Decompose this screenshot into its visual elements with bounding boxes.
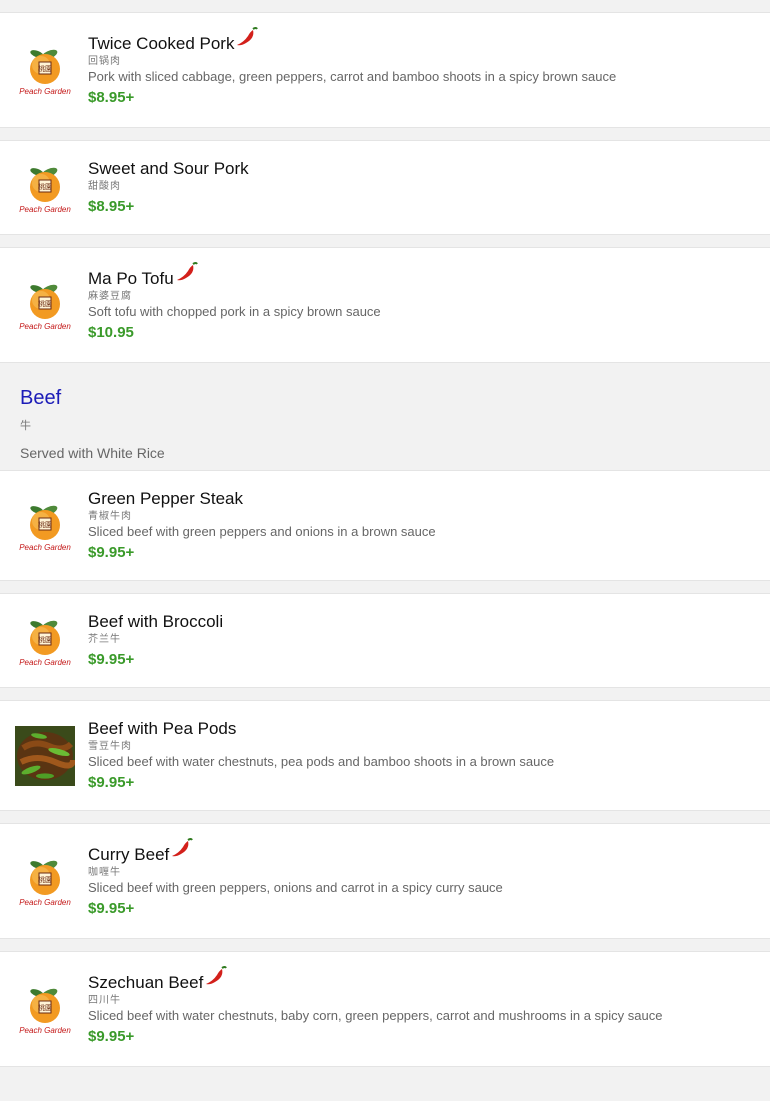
- menu-item-price: $9.95+: [88, 650, 135, 668]
- spicy-chili-icon: [176, 261, 198, 283]
- menu-item-name: Beef with Pea Pods: [88, 718, 237, 738]
- menu-item-description: Soft tofu with chopped pork in a spicy b…: [88, 304, 381, 319]
- category-title: Beef: [20, 387, 62, 409]
- menu-item-name-row: Green Pepper Steak: [88, 489, 436, 509]
- menu-item-description: Sliced beef with green peppers, onions a…: [88, 880, 503, 895]
- restaurant-logo-image: 桃園 Peach Garden: [15, 851, 75, 911]
- menu-item-name-row: Beef with Broccoli: [88, 612, 223, 632]
- svg-text:桃園: 桃園: [38, 635, 52, 644]
- menu-item-list: 桃園 Peach Garden Green Pepper Steak 青椒牛肉 …: [0, 470, 770, 1067]
- menu-item-info: Twice Cooked Pork 回锅肉 Pork with sliced c…: [88, 27, 617, 108]
- menu-item[interactable]: 桃園 Peach Garden Curry Beef 咖喱牛 Sliced be…: [0, 823, 770, 939]
- spicy-chili-icon: [236, 26, 259, 48]
- svg-text:Peach Garden: Peach Garden: [19, 87, 71, 96]
- svg-text:桃園: 桃園: [38, 520, 52, 529]
- menu-item-info: Beef with Pea Pods 雪豆牛肉 Sliced beef with…: [88, 719, 554, 793]
- menu-item-price: $8.95+: [88, 89, 135, 106]
- menu-item[interactable]: 桃園 Peach Garden Sweet and Sour Pork 甜酸肉 …: [0, 140, 770, 235]
- svg-text:Peach Garden: Peach Garden: [19, 543, 71, 552]
- menu-item-name-row: Beef with Pea Pods: [88, 719, 554, 739]
- menu-item-name-row: Ma Po Tofu: [88, 262, 381, 289]
- menu-item-name: Curry Beef: [88, 845, 170, 864]
- svg-text:Peach Garden: Peach Garden: [19, 898, 71, 907]
- menu-item-name-row: Curry Beef: [88, 838, 503, 865]
- restaurant-logo-image: 桃園 Peach Garden: [15, 496, 75, 556]
- menu-item-price: $9.95+: [88, 1028, 135, 1045]
- menu-item-name-row: Sweet and Sour Pork: [88, 159, 249, 179]
- menu-item-price: $10.95: [88, 324, 134, 341]
- menu-item[interactable]: 桃園 Peach Garden Szechuan Beef 四川牛 Sliced…: [0, 951, 770, 1067]
- menu-item-price: $9.95+: [88, 543, 135, 561]
- menu-item-info: Ma Po Tofu 麻婆豆腐 Soft tofu with chopped p…: [88, 262, 381, 343]
- menu-item-name: Ma Po Tofu: [88, 269, 174, 288]
- svg-text:Peach Garden: Peach Garden: [19, 322, 71, 331]
- menu-item-chinese-name: 雪豆牛肉: [88, 740, 132, 752]
- svg-text:桃園: 桃園: [38, 299, 52, 308]
- menu-item-chinese-name: 回锅肉: [88, 56, 121, 67]
- svg-text:桃園: 桃園: [38, 64, 52, 73]
- menu-item-info: Green Pepper Steak 青椒牛肉 Sliced beef with…: [88, 489, 436, 563]
- menu-item[interactable]: 桃園 Peach Garden Twice Cooked Pork 回锅肉 Po…: [0, 12, 770, 128]
- restaurant-logo-image: 桃園 Peach Garden: [15, 979, 75, 1039]
- menu-item-name-row: Szechuan Beef: [88, 966, 662, 993]
- svg-text:桃園: 桃園: [38, 875, 52, 884]
- menu-item-chinese-name: 咖喱牛: [88, 867, 121, 878]
- category-header: Beef 牛 Served with White Rice: [0, 363, 770, 470]
- restaurant-logo-image: 桃園 Peach Garden: [15, 275, 75, 335]
- menu-item[interactable]: 桃園 Peach Garden Green Pepper Steak 青椒牛肉 …: [0, 470, 770, 581]
- menu-item-price: $8.95+: [88, 197, 135, 215]
- svg-text:Peach Garden: Peach Garden: [19, 1026, 71, 1035]
- menu-item-chinese-name: 甜酸肉: [88, 180, 121, 192]
- restaurant-logo-image: 桃園 Peach Garden: [15, 40, 75, 100]
- menu-item-chinese-name: 青椒牛肉: [88, 510, 132, 522]
- svg-text:桃園: 桃園: [38, 1003, 52, 1012]
- menu-item-description: Sliced beef with water chestnuts, pea po…: [88, 753, 555, 769]
- menu-item-list: 桃園 Peach Garden Twice Cooked Pork 回锅肉 Po…: [0, 12, 770, 363]
- menu-item-info: Beef with Broccoli 芥兰牛 $9.95+: [88, 612, 223, 670]
- restaurant-logo-image: 桃園 Peach Garden: [15, 158, 75, 218]
- menu-item-info: Sweet and Sour Pork 甜酸肉 $8.95+: [88, 159, 249, 217]
- menu-item-chinese-name: 四川牛: [88, 995, 121, 1006]
- menu-item-description: Sliced beef with green peppers and onion…: [88, 523, 436, 539]
- category-note: Served with White Rice: [20, 445, 165, 461]
- menu-item-description: Pork with sliced cabbage, green peppers,…: [88, 69, 617, 84]
- menu-item-info: Szechuan Beef 四川牛 Sliced beef with water…: [88, 966, 663, 1047]
- menu-item[interactable]: 桃園 Peach Garden Beef with Broccoli 芥兰牛 $…: [0, 593, 770, 688]
- svg-text:Peach Garden: Peach Garden: [19, 658, 71, 667]
- dish-photo: [15, 725, 76, 786]
- svg-text:Peach Garden: Peach Garden: [19, 205, 71, 214]
- menu-item-name: Green Pepper Steak: [88, 488, 243, 508]
- spicy-chili-icon: [171, 837, 194, 859]
- menu-item[interactable]: 桃園 Peach Garden Ma Po Tofu 麻婆豆腐 Soft tof…: [0, 247, 770, 363]
- menu-item-description: Sliced beef with water chestnuts, baby c…: [88, 1008, 663, 1023]
- category-chinese-name: 牛: [20, 420, 31, 432]
- menu-item-name: Twice Cooked Pork: [88, 34, 235, 53]
- menu-item-chinese-name: 芥兰牛: [88, 633, 121, 645]
- menu-item-info: Curry Beef 咖喱牛 Sliced beef with green pe…: [88, 838, 503, 919]
- menu-item-name-row: Twice Cooked Pork: [88, 27, 616, 54]
- svg-text:桃園: 桃園: [38, 182, 52, 191]
- menu-item-name: Sweet and Sour Pork: [88, 158, 249, 178]
- menu-item-name: Szechuan Beef: [88, 973, 204, 992]
- menu-item[interactable]: Beef with Pea Pods 雪豆牛肉 Sliced beef with…: [0, 700, 770, 811]
- menu-item-chinese-name: 麻婆豆腐: [88, 291, 132, 302]
- menu-item-name: Beef with Broccoli: [88, 611, 224, 631]
- restaurant-logo-image: 桃園 Peach Garden: [15, 611, 75, 671]
- spicy-chili-icon: [205, 965, 228, 987]
- menu-item-price: $9.95+: [88, 773, 135, 791]
- menu-item-price: $9.95+: [88, 900, 135, 917]
